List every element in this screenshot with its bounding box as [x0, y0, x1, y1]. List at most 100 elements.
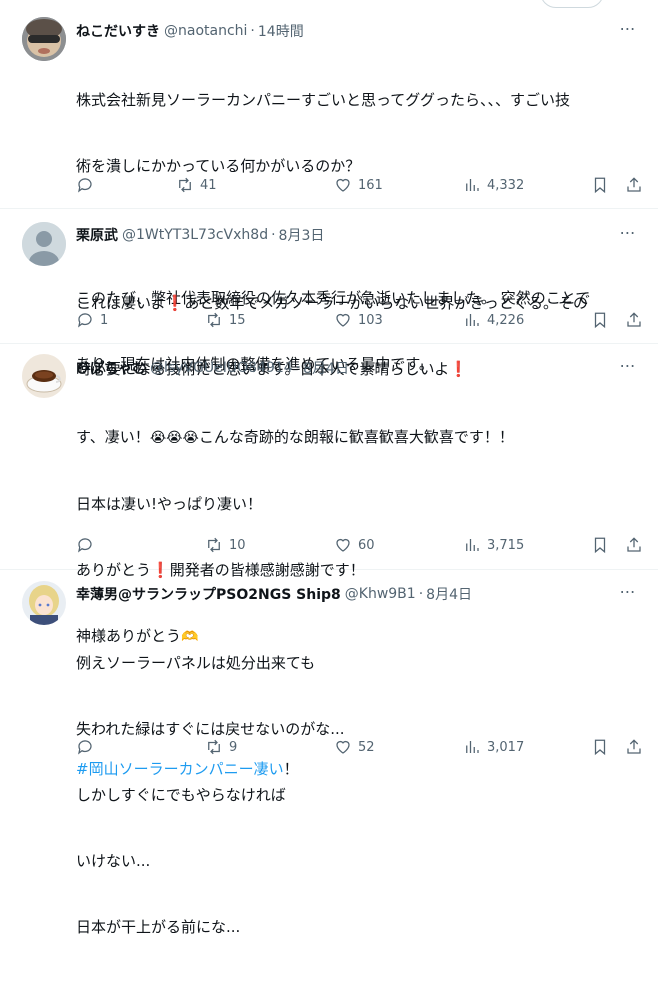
share-icon [627, 739, 641, 754]
views-button[interactable]: 3,715 [463, 535, 524, 555]
views-count: 4,226 [487, 312, 525, 328]
heart-icon [336, 178, 350, 192]
action-bar: 41 161 4,332 [76, 175, 648, 195]
retweet-icon [208, 739, 220, 755]
views-count: 3,017 [487, 739, 525, 755]
heart-icon [336, 538, 350, 552]
share-icon [627, 312, 641, 327]
user-handle[interactable]: @Khw9B1 [345, 586, 416, 602]
action-bar: 1 15 103 4,226 [76, 310, 648, 330]
views-count: 4,332 [487, 177, 525, 193]
bookmark-icon [594, 312, 606, 329]
reply-button[interactable] [76, 535, 100, 555]
avatar[interactable] [22, 222, 66, 266]
separator: · [271, 227, 276, 243]
tweet-card[interactable]: 幸薄男@サランラップPSO2NGS Ship8 @Khw9B1 · 8月4日 ⋯… [0, 570, 658, 936]
crying-emoji: 😭 [166, 430, 183, 446]
display-name[interactable]: 栗原武 [76, 225, 118, 245]
reply-icon [78, 313, 92, 328]
user-handle[interactable]: @lsyVGUeIUO84914 [150, 360, 293, 376]
retweet-button[interactable]: 10 [205, 535, 246, 555]
analytics-icon [466, 539, 479, 551]
reply-icon [78, 538, 92, 553]
bookmark-icon [594, 537, 606, 554]
share-icon [627, 177, 641, 192]
share-icon [627, 537, 641, 552]
tweet-card[interactable]: ねこだいすき @naotanchi · 14時間 ⋯ 株式会社新見ソーラーカンパ… [0, 0, 658, 373]
bookmark-button[interactable] [591, 310, 609, 330]
views-button[interactable]: 4,226 [463, 310, 524, 330]
tweet-header: ひぽちゃむ @lsyVGUeIUO84914 · 8月4日 [76, 358, 349, 378]
retweet-icon [179, 177, 191, 193]
retweet-button[interactable]: 9 [205, 737, 237, 757]
text-line: 術を潰しにかかっている何かがいるのか？ [76, 157, 361, 175]
timestamp[interactable]: 8月4日 [303, 358, 349, 378]
bookmark-icon [594, 739, 606, 756]
tweet-card[interactable]: 栗原武 @1WtYT3L73cVxh8d · 8月3日 ⋯ これは凄いよ❗あと数… [0, 209, 658, 378]
retweet-count: 10 [229, 537, 246, 553]
bookmark-icon [594, 177, 606, 194]
retweet-button[interactable]: 41 [176, 175, 217, 195]
reply-icon [78, 178, 92, 193]
heart-icon [336, 740, 350, 754]
retweet-button[interactable]: 15 [205, 310, 246, 330]
retweet-icon [208, 537, 220, 553]
reply-count: 1 [100, 312, 109, 328]
more-options-icon[interactable]: ⋯ [618, 225, 638, 246]
timestamp[interactable]: 8月4日 [426, 584, 472, 604]
more-options-icon[interactable]: ⋯ [618, 584, 638, 605]
heart-icon [336, 313, 350, 327]
text-line: 日本が干上がる前にな... [76, 918, 241, 936]
share-button[interactable] [625, 175, 643, 195]
text-line: 例えソーラーパネルは処分出来ても [76, 654, 316, 672]
display-name[interactable]: ねこだいすき [76, 21, 160, 41]
bookmark-button[interactable] [591, 535, 609, 555]
action-bar: 9 52 3,017 [76, 737, 648, 757]
crying-emoji: 😭 [182, 430, 199, 446]
tweet-card[interactable]: ひぽちゃむ @lsyVGUeIUO84914 · 8月4日 ⋯ す、凄い！😭😭😭… [0, 344, 658, 778]
like-button[interactable]: 161 [334, 175, 383, 195]
share-button[interactable] [625, 535, 643, 555]
tweet-header: 幸薄男@サランラップPSO2NGS Ship8 @Khw9B1 · 8月4日 [76, 584, 472, 604]
timestamp[interactable]: 14時間 [258, 21, 304, 41]
reply-button[interactable] [76, 175, 100, 195]
reply-icon [78, 740, 92, 755]
display-name[interactable]: 幸薄男@サランラップPSO2NGS Ship8 [76, 584, 341, 604]
separator: · [295, 360, 301, 376]
tweet-header: ねこだいすき @naotanchi · 14時間 [76, 21, 304, 41]
more-options-icon[interactable]: ⋯ [618, 358, 638, 379]
avatar[interactable] [22, 581, 66, 625]
like-count: 161 [358, 177, 383, 193]
views-count: 3,715 [487, 537, 525, 553]
bookmark-button[interactable] [591, 175, 609, 195]
reply-button[interactable]: 1 [76, 310, 108, 330]
avatar[interactable] [22, 17, 66, 61]
display-name[interactable]: ひぽちゃむ [76, 358, 146, 378]
share-button[interactable] [625, 737, 643, 757]
analytics-icon [466, 741, 479, 753]
views-button[interactable]: 3,017 [463, 737, 524, 757]
like-count: 60 [358, 537, 375, 553]
text-line: 株式会社新見ソーラーカンパニーすごいと思ってググったら、、、すごい技 [76, 91, 570, 109]
retweet-count: 9 [229, 739, 238, 755]
analytics-icon [466, 314, 479, 326]
like-count: 103 [358, 312, 383, 328]
tweet-text: 例えソーラーパネルは処分出来ても 失われた緑はすぐには戻せないのがな... しか… [76, 608, 644, 982]
like-button[interactable]: 103 [334, 310, 383, 330]
like-count: 52 [358, 739, 375, 755]
user-handle[interactable]: @naotanchi [164, 23, 247, 39]
views-button[interactable]: 4,332 [463, 175, 524, 195]
like-button[interactable]: 60 [334, 535, 375, 555]
user-handle[interactable]: @1WtYT3L73cVxh8d [122, 227, 268, 243]
like-button[interactable]: 52 [334, 737, 375, 757]
timestamp[interactable]: 8月3日 [279, 225, 325, 245]
text-fragment: す、凄い！ [76, 428, 150, 446]
bookmark-button[interactable] [591, 737, 609, 757]
reply-button[interactable] [76, 737, 100, 757]
action-bar: 10 60 3,715 [76, 535, 648, 555]
analytics-icon [466, 179, 479, 191]
text-line: す、凄い！😭😭😭こんな奇跡的な朗報に歓喜歓喜大歓喜です！！ [76, 426, 644, 449]
more-options-icon[interactable]: ⋯ [618, 21, 638, 42]
avatar[interactable] [22, 354, 66, 398]
share-button[interactable] [625, 310, 643, 330]
